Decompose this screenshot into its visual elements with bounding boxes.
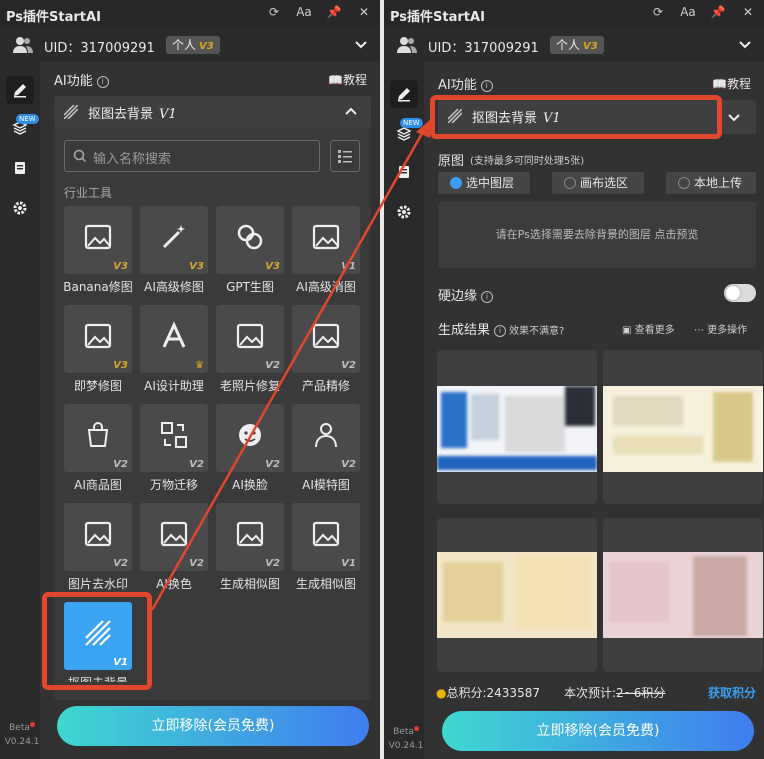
annotation-arrow	[150, 120, 430, 611]
arrow-line	[150, 129, 426, 611]
arrow-head-icon	[416, 120, 430, 138]
